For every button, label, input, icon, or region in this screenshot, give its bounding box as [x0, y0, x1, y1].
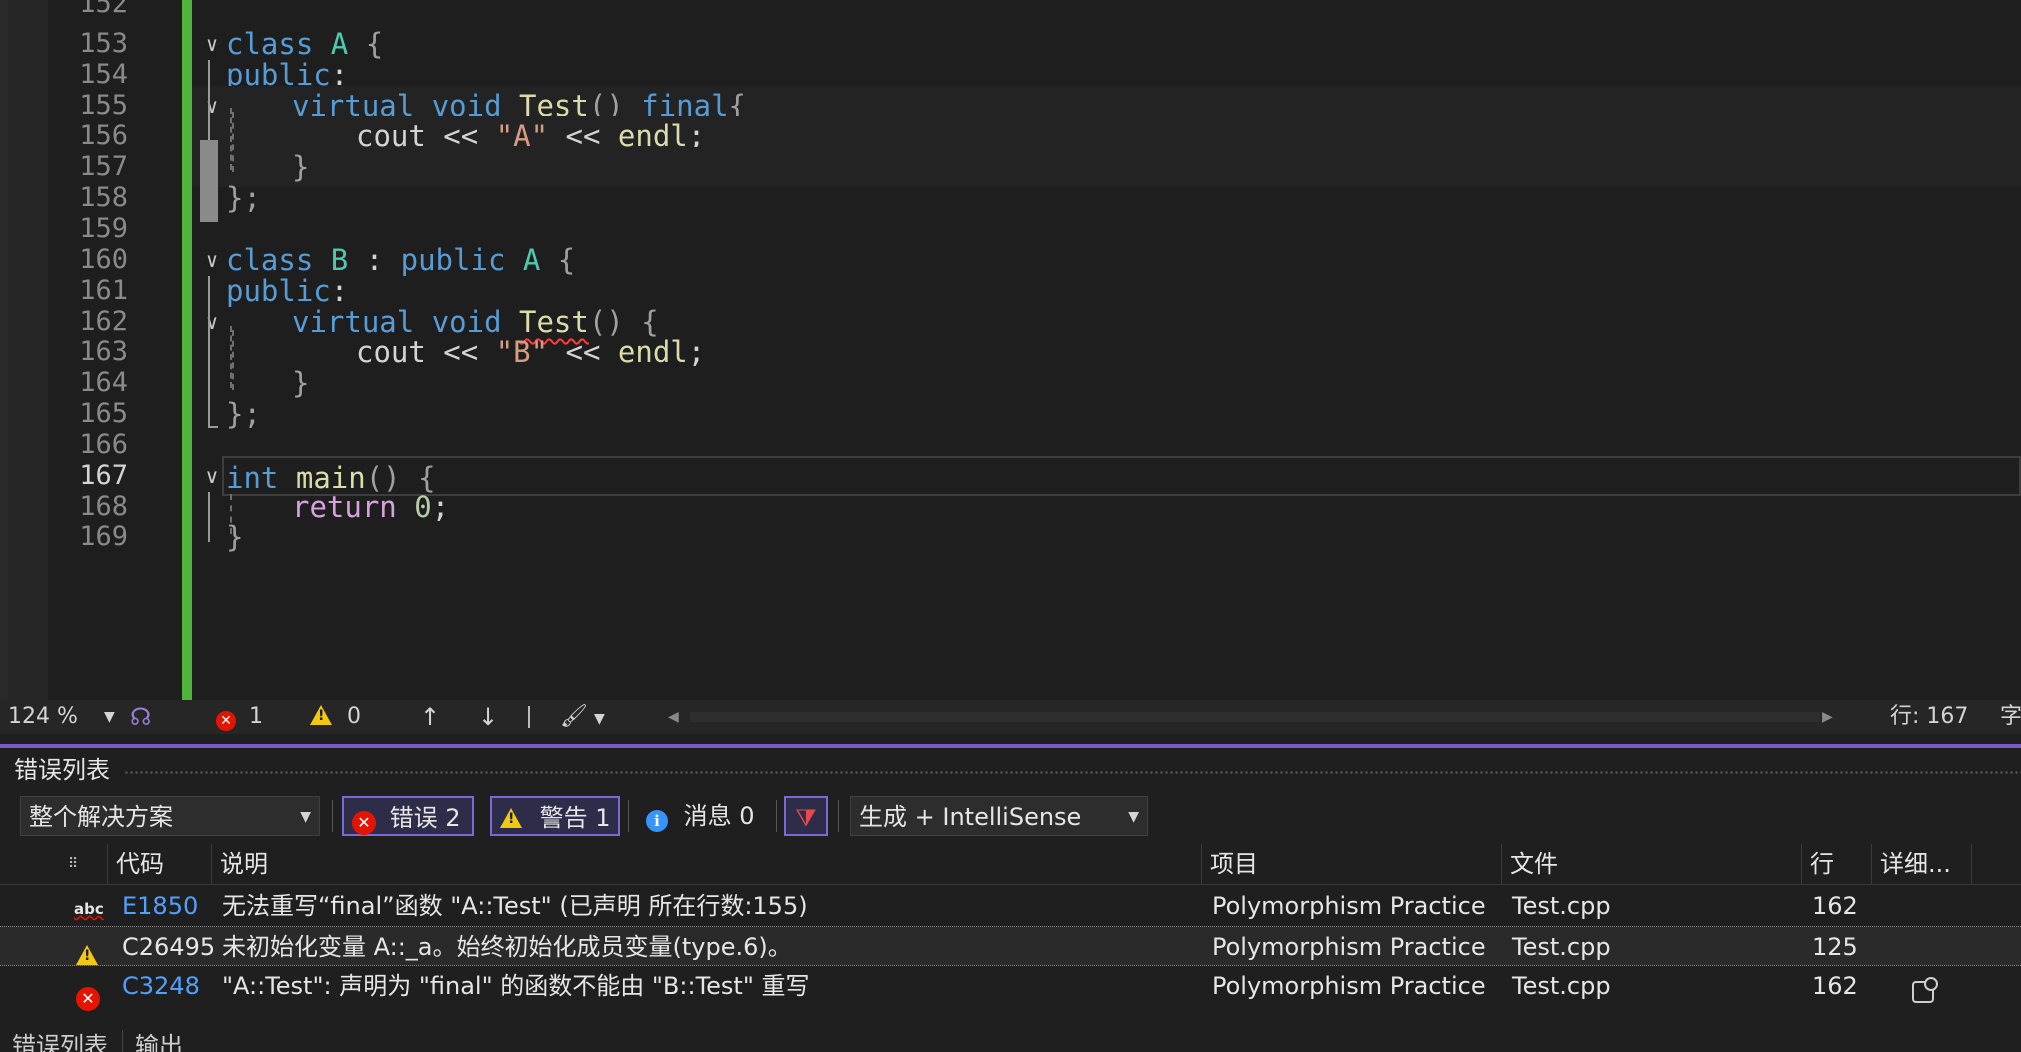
- change-tracking-bar: [182, 0, 192, 700]
- warning-icon: [500, 808, 522, 828]
- warning-icon: [310, 705, 332, 725]
- details-icon[interactable]: [1912, 975, 1938, 1015]
- panel-tab-strip: 错误列表 输出: [0, 1030, 2021, 1052]
- horizontal-scrollbar[interactable]: [690, 712, 1820, 722]
- scope-guide: [208, 276, 210, 426]
- info-icon: i: [646, 810, 668, 832]
- source-dropdown[interactable]: 生成 + IntelliSense ▼: [850, 796, 1148, 836]
- warnings-filter-label: 警告 1: [539, 804, 611, 832]
- scope-guide: [208, 492, 210, 542]
- scroll-right-icon[interactable]: ▶: [1822, 700, 1833, 734]
- scroll-left-icon[interactable]: ◀: [668, 700, 679, 734]
- arrow-down-icon[interactable]: ↓: [478, 700, 498, 734]
- error-line: 125: [1812, 933, 1858, 961]
- column-settings-icon[interactable]: ⠿: [60, 844, 108, 884]
- scope-dropdown[interactable]: 整个解决方案 ▼: [20, 796, 320, 836]
- editor-left-strip: [0, 0, 8, 700]
- scope-value: 整个解决方案: [29, 803, 173, 831]
- divider: [628, 800, 629, 832]
- error-project: Polymorphism Practice: [1212, 892, 1486, 920]
- error-file: Test.cpp: [1512, 933, 1611, 961]
- indent-guide: [230, 494, 232, 534]
- indent-guide: [232, 112, 234, 172]
- line-number: 169: [79, 521, 128, 552]
- source-value: 生成 + IntelliSense: [859, 803, 1082, 831]
- line-number-gutter: 152 153 154 155 156 157 158 159 160 161 …: [48, 0, 182, 700]
- warning-count-indicator[interactable]: 0: [310, 700, 361, 734]
- warning-count: 0: [347, 704, 361, 729]
- cursor-position: 行: 167: [1890, 704, 1969, 729]
- error-code[interactable]: C26495: [122, 927, 215, 967]
- tab-output[interactable]: 输出: [122, 1030, 183, 1052]
- arrow-up-icon[interactable]: ↑: [420, 700, 440, 734]
- errors-filter-label: 错误 2: [389, 804, 461, 832]
- error-count: 1: [249, 704, 263, 729]
- column-line[interactable]: 行: [1802, 844, 1872, 884]
- error-project: Polymorphism Practice: [1212, 933, 1486, 961]
- divider: [776, 800, 777, 832]
- code-area[interactable]: ∨ class A { public: ∨ virtual void Test(…: [192, 0, 2021, 700]
- code-editor[interactable]: 152 153 154 155 156 157 158 159 160 161 …: [0, 0, 2021, 700]
- column-details[interactable]: 详细...: [1872, 844, 1972, 884]
- indent-guide: [232, 330, 234, 390]
- error-line: 162: [1812, 892, 1858, 920]
- error-description: 无法重写“final”函数 "A::Test" (已声明 所在行数:155): [222, 892, 808, 920]
- panel-title: 错误列表: [14, 756, 110, 784]
- code-line-169[interactable]: }: [192, 517, 2021, 557]
- code-cleanup-icon[interactable]: 🖌 ▼: [560, 700, 605, 734]
- error-description: "A::Test": 声明为 "final" 的函数不能由 "B::Test" …: [222, 972, 810, 1000]
- table-row[interactable]: abc E1850 无法重写“final”函数 "A::Test" (已声明 所…: [0, 886, 2021, 926]
- chevron-down-icon: ▼: [104, 709, 115, 725]
- panel-drag-handle[interactable]: [124, 770, 2021, 776]
- error-code-link[interactable]: E1850: [122, 886, 198, 926]
- char-position: 字: [2000, 704, 2021, 729]
- error-icon: ✕: [76, 974, 100, 1014]
- warnings-filter-button[interactable]: 警告 1: [490, 796, 620, 836]
- error-icon: ✕: [216, 711, 236, 731]
- error-project: Polymorphism Practice: [1212, 972, 1486, 1000]
- table-row-selected[interactable]: C26495 未初始化变量 A::_a。始终初始化成员变量(type.6)。 P…: [0, 926, 2021, 966]
- line-number: 152: [79, 0, 128, 19]
- punct-token: };: [226, 397, 261, 431]
- punct-token: };: [226, 181, 261, 215]
- error-icon: ✕: [352, 811, 376, 835]
- tab-error-list[interactable]: 错误列表: [12, 1030, 108, 1052]
- divider: [528, 706, 530, 728]
- errors-filter-button[interactable]: ✕ 错误 2: [342, 796, 474, 836]
- error-line: 162: [1812, 972, 1858, 1000]
- error-file: Test.cpp: [1512, 972, 1611, 1000]
- scope-guide-end: [208, 426, 218, 428]
- column-description[interactable]: 说明: [212, 844, 1202, 884]
- zoom-level: 124 %: [8, 704, 78, 729]
- column-file[interactable]: 文件: [1502, 844, 1802, 884]
- error-code-link[interactable]: C3248: [122, 966, 200, 1006]
- error-table-header: ⠿ 代码 说明 项目 文件 行 详细...: [0, 844, 2021, 885]
- table-row[interactable]: ✕ C3248 "A::Test": 声明为 "final" 的函数不能由 "B…: [0, 966, 2021, 1011]
- messages-filter-button[interactable]: i 消息 0: [642, 796, 770, 836]
- zoom-combo[interactable]: 124 % ▼: [8, 700, 118, 734]
- error-count-indicator[interactable]: ✕ 1: [216, 700, 263, 734]
- filter-icon[interactable]: ⧩: [784, 796, 828, 836]
- punct-token: }: [226, 520, 244, 554]
- editor-status-bar: 124 % ▼ ☊ ✕ 1 0 ↑ ↓ 🖌▼ ◀ ▶ 行: 167 字: [0, 700, 2021, 734]
- change-marker: [200, 140, 218, 222]
- chevron-down-icon: ▼: [300, 809, 311, 825]
- copilot-icon[interactable]: ☊: [130, 700, 151, 734]
- code-line-158[interactable]: };: [192, 178, 2021, 218]
- column-project[interactable]: 项目: [1202, 844, 1502, 884]
- error-file: Test.cpp: [1512, 892, 1611, 920]
- divider: [838, 800, 839, 832]
- spelling-abc-icon: abc: [74, 900, 104, 918]
- messages-filter-label: 消息 0: [683, 802, 755, 830]
- chevron-down-icon: ▼: [593, 711, 605, 727]
- code-line-165[interactable]: };: [192, 394, 2021, 434]
- divider: [332, 800, 333, 832]
- error-description: 未初始化变量 A::_a。始终初始化成员变量(type.6)。: [222, 933, 792, 961]
- chevron-down-icon: ▼: [1128, 809, 1139, 825]
- glyph-margin[interactable]: [8, 0, 48, 700]
- error-list-panel: 错误列表 整个解决方案 ▼ ✕ 错误 2 警告 1 i 消息 0 ⧩ 生成 + …: [0, 748, 2021, 1052]
- column-code[interactable]: 代码: [108, 844, 212, 884]
